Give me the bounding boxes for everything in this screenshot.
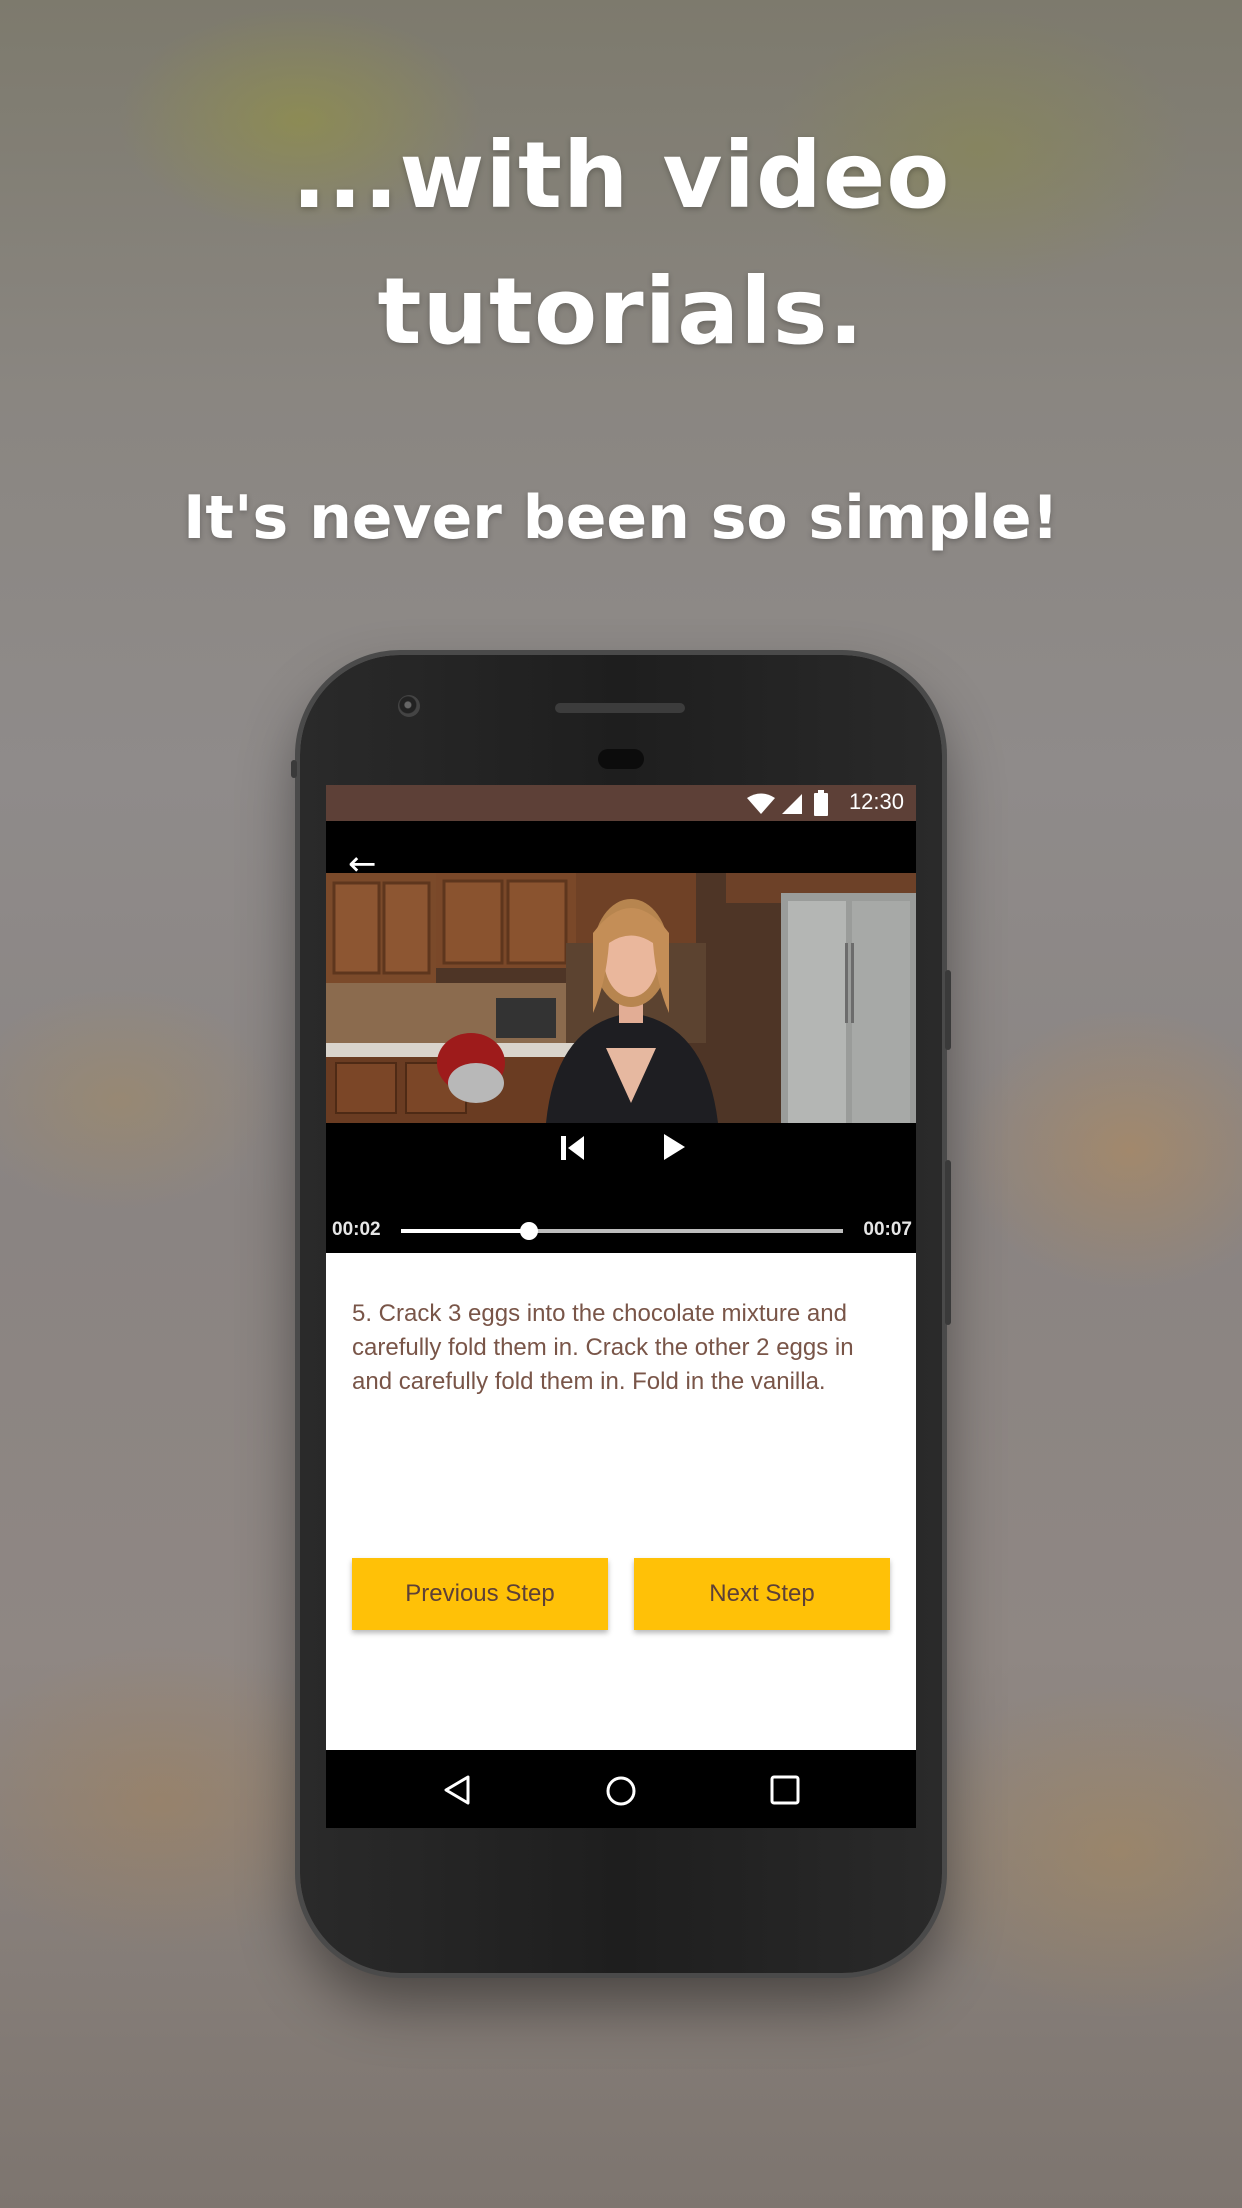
- elapsed-time: 00:02: [332, 1219, 381, 1240]
- back-button[interactable]: ←: [348, 847, 377, 881]
- phone-side-button: [291, 760, 297, 778]
- back-triangle-icon[interactable]: [442, 1774, 472, 1806]
- arrow-left-icon: ←: [348, 844, 377, 884]
- skip-previous-icon: [561, 1136, 566, 1160]
- status-bar: 12:30: [326, 785, 916, 821]
- play-icon: [664, 1134, 685, 1160]
- front-camera: [398, 695, 420, 717]
- battery-icon: [814, 790, 828, 816]
- app-screen: 12:30 ← 00:02 00:07 5. Crack 3 eggs into…: [326, 785, 916, 1828]
- next-step-button[interactable]: Next Step: [634, 1558, 890, 1630]
- duration-time: 00:07: [863, 1219, 912, 1240]
- headline: ...with video tutorials.: [0, 108, 1242, 380]
- video-player[interactable]: ← 00:02 00:07: [326, 821, 916, 1253]
- seek-bar[interactable]: [401, 1222, 843, 1240]
- play-button[interactable]: [660, 1131, 688, 1163]
- seek-bar-thumb[interactable]: [520, 1222, 539, 1240]
- headline-line-2: tutorials.: [377, 258, 865, 365]
- status-time: 12:30: [848, 789, 904, 814]
- seek-bar-progress: [401, 1229, 530, 1233]
- phone-power-button: [945, 970, 951, 1050]
- wifi-icon: [747, 793, 775, 814]
- skip-previous-button[interactable]: [558, 1133, 586, 1163]
- home-circle-icon[interactable]: [604, 1774, 638, 1808]
- previous-step-button[interactable]: Previous Step: [352, 1558, 608, 1630]
- headline-line-1: ...with video: [291, 122, 951, 229]
- subheadline: It's never been so simple!: [183, 483, 1059, 553]
- cell-signal-icon: [782, 794, 802, 814]
- proximity-sensor: [598, 749, 644, 769]
- android-nav-bar: [326, 1750, 916, 1828]
- earpiece-speaker: [555, 703, 685, 713]
- video-frame[interactable]: [326, 873, 916, 1123]
- kitchen-video-still: [326, 873, 916, 1123]
- recents-square-icon[interactable]: [769, 1774, 801, 1806]
- step-instruction: 5. Crack 3 eggs into the chocolate mixtu…: [352, 1300, 854, 1395]
- phone-volume-button: [945, 1160, 951, 1325]
- phone-mockup: 12:30 ← 00:02 00:07 5. Crack 3 eggs into…: [291, 655, 951, 1973]
